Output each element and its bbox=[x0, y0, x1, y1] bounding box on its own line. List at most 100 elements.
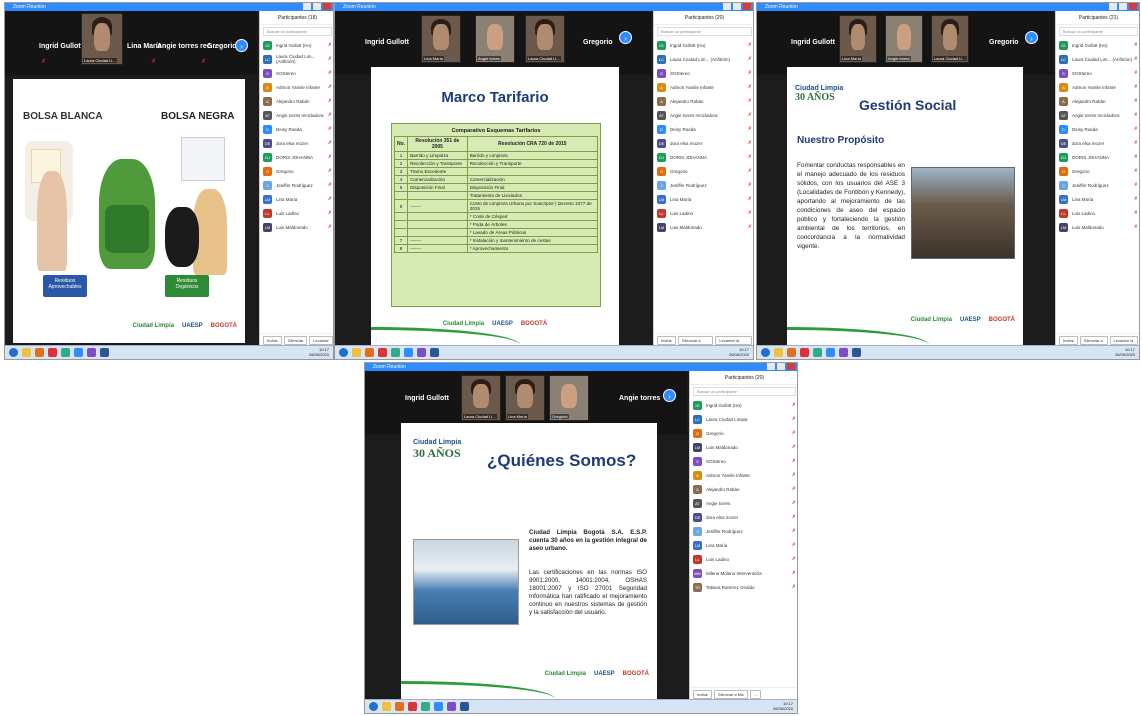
more-button[interactable]: ... bbox=[749, 690, 762, 699]
participant-row[interactable]: LL Luis Ladino ✗ bbox=[260, 206, 333, 220]
participant-row[interactable]: LC Laura Ciudad Lim... (Anfitrión) ✗ bbox=[654, 52, 753, 66]
participant-row[interactable]: LM Lina María ✗ bbox=[1056, 192, 1139, 206]
mute-all-button[interactable]: Silenciar a todos bbox=[1079, 336, 1108, 347]
participant-row[interactable]: LC Laura Ciudad Limpia ✗ bbox=[690, 412, 797, 426]
muted-mic-icon[interactable]: ✗ bbox=[792, 556, 796, 562]
participant-row[interactable]: IG Ingrid Gullott (Ho) ✗ bbox=[690, 398, 797, 412]
mute-all-button[interactable]: Silenciar a todos bbox=[283, 336, 308, 347]
app-icon[interactable] bbox=[87, 348, 96, 357]
muted-mic-icon[interactable]: ✗ bbox=[328, 224, 332, 230]
muted-mic-icon[interactable]: ✗ bbox=[328, 182, 332, 188]
invite-button[interactable]: Invitar bbox=[693, 690, 712, 699]
participant-row[interactable]: A Admon Yamile Infante ✗ bbox=[690, 468, 797, 482]
muted-mic-icon[interactable]: ✗ bbox=[748, 224, 752, 230]
media-icon[interactable] bbox=[35, 348, 44, 357]
participant-row[interactable]: IG Ingrid Gullott (Ho) ✗ bbox=[260, 38, 333, 52]
maximize-button[interactable] bbox=[1119, 3, 1127, 10]
close-button[interactable] bbox=[1129, 3, 1137, 10]
muted-mic-icon[interactable]: ✗ bbox=[792, 430, 796, 436]
muted-mic-icon[interactable]: ✗ bbox=[328, 98, 332, 104]
muted-mic-icon[interactable]: ✗ bbox=[792, 444, 796, 450]
muted-mic-icon[interactable]: ✗ bbox=[792, 402, 796, 408]
muted-mic-icon[interactable]: ✗ bbox=[748, 182, 752, 188]
word-icon[interactable] bbox=[852, 348, 861, 357]
participant-row[interactable]: DJ DORIS JOHANNA ✗ bbox=[260, 150, 333, 164]
video-tile[interactable]: Angie torres bbox=[475, 15, 515, 63]
maximize-button[interactable] bbox=[313, 3, 321, 10]
muted-mic-icon[interactable]: ✗ bbox=[1134, 196, 1138, 202]
next-page-button[interactable]: › bbox=[663, 389, 676, 402]
explorer-icon[interactable] bbox=[22, 348, 31, 357]
participant-row[interactable]: IG Ingrid Gullott (Ho) ✗ bbox=[1056, 38, 1139, 52]
muted-mic-icon[interactable]: ✗ bbox=[1134, 126, 1138, 132]
participant-row[interactable]: G Gregorio ✗ bbox=[1056, 164, 1139, 178]
participant-row[interactable]: G Gregorio ✗ bbox=[690, 426, 797, 440]
word-icon[interactable] bbox=[460, 702, 469, 711]
muted-mic-icon[interactable]: ✗ bbox=[328, 154, 332, 160]
chrome-icon[interactable] bbox=[48, 348, 57, 357]
start-icon[interactable] bbox=[339, 348, 348, 357]
participant-search-input[interactable]: Buscar un participante bbox=[693, 387, 796, 396]
muted-mic-icon[interactable]: ✗ bbox=[1134, 168, 1138, 174]
participant-row[interactable]: S SOStereo ✗ bbox=[260, 66, 333, 80]
participant-row[interactable]: A Admon Yamile Infante ✗ bbox=[654, 80, 753, 94]
muted-mic-icon[interactable]: ✗ bbox=[328, 210, 332, 216]
participant-row[interactable]: LM Lina María ✗ bbox=[260, 192, 333, 206]
muted-mic-icon[interactable]: ✗ bbox=[1134, 84, 1138, 90]
minimize-button[interactable] bbox=[723, 3, 731, 10]
muted-mic-icon[interactable]: ✗ bbox=[1134, 56, 1138, 62]
app-icon[interactable] bbox=[434, 702, 443, 711]
participant-search-input[interactable]: Buscar un participante bbox=[263, 27, 332, 36]
muted-mic-icon[interactable]: ✗ bbox=[792, 514, 796, 520]
muted-mic-icon[interactable]: ✗ bbox=[792, 542, 796, 548]
video-tile[interactable]: Laura Ciudad Li... bbox=[931, 15, 969, 63]
explorer-icon[interactable] bbox=[352, 348, 361, 357]
muted-mic-icon[interactable]: ✗ bbox=[328, 140, 332, 146]
maximize-button[interactable] bbox=[777, 363, 785, 370]
participant-row[interactable]: A Admon Yamile Infante ✗ bbox=[260, 80, 333, 94]
muted-mic-icon[interactable]: ✗ bbox=[1134, 140, 1138, 146]
participant-row[interactable]: TR Tatiana Ramírez Giraldo ✗ bbox=[690, 580, 797, 594]
video-tile[interactable]: Angie torres bbox=[885, 15, 923, 63]
participant-row[interactable]: A Alejandro Rabán ✗ bbox=[1056, 94, 1139, 108]
word-icon[interactable] bbox=[430, 348, 439, 357]
participant-search-input[interactable]: Buscar un participante bbox=[1059, 27, 1138, 36]
participant-row[interactable]: J Jeniffer Rodríguez ✗ bbox=[1056, 178, 1139, 192]
muted-mic-icon[interactable]: ✗ bbox=[748, 112, 752, 118]
word-icon[interactable] bbox=[100, 348, 109, 357]
muted-mic-icon[interactable]: ✗ bbox=[328, 112, 332, 118]
participant-row[interactable]: D Deisy Rueda ✗ bbox=[260, 122, 333, 136]
muted-mic-icon[interactable]: ✗ bbox=[748, 154, 752, 160]
participant-row[interactable]: DJ DORIS JOHANNA ✗ bbox=[654, 150, 753, 164]
participant-row[interactable]: LM Luis Maldonado ✗ bbox=[1056, 220, 1139, 234]
participant-row[interactable]: LM Luis Maldonado ✗ bbox=[690, 440, 797, 454]
explorer-icon[interactable] bbox=[382, 702, 391, 711]
participant-row[interactable]: LL Luis Ladino ✗ bbox=[690, 552, 797, 566]
muted-mic-icon[interactable]: ✗ bbox=[748, 56, 752, 62]
next-page-button[interactable]: › bbox=[1025, 31, 1038, 44]
participant-row[interactable]: DE dora elsa mozer ✗ bbox=[260, 136, 333, 150]
participant-row[interactable]: AT Angie torres ✗ bbox=[690, 496, 797, 510]
muted-mic-icon[interactable]: ✗ bbox=[1134, 112, 1138, 118]
app-icon[interactable] bbox=[404, 348, 413, 357]
app-icon[interactable] bbox=[826, 348, 835, 357]
minimize-button[interactable] bbox=[1109, 3, 1117, 10]
participant-row[interactable]: A Alejandro Rabán ✗ bbox=[260, 94, 333, 108]
muted-mic-icon[interactable]: ✗ bbox=[328, 84, 332, 90]
participant-row[interactable]: IG Ingrid Gullott (Ho) ✗ bbox=[654, 38, 753, 52]
invite-button[interactable]: Invitar bbox=[657, 336, 676, 345]
invite-button[interactable]: Invitar bbox=[263, 336, 282, 345]
maximize-button[interactable] bbox=[733, 3, 741, 10]
participant-row[interactable]: LM Lina María ✗ bbox=[654, 192, 753, 206]
participant-row[interactable]: AT Angie torres recicladora ✗ bbox=[260, 108, 333, 122]
app-icon[interactable] bbox=[447, 702, 456, 711]
muted-mic-icon[interactable]: ✗ bbox=[748, 196, 752, 202]
media-icon[interactable] bbox=[395, 702, 404, 711]
app-icon[interactable] bbox=[421, 702, 430, 711]
participant-row[interactable]: LM Luis Maldonado ✗ bbox=[654, 220, 753, 234]
muted-mic-icon[interactable]: ✗ bbox=[328, 126, 332, 132]
muted-mic-icon[interactable]: ✗ bbox=[792, 528, 796, 534]
participant-row[interactable]: A Admon Yamile Infante ✗ bbox=[1056, 80, 1139, 94]
participant-row[interactable]: DE dora elsa mozer ✗ bbox=[690, 510, 797, 524]
start-icon[interactable] bbox=[761, 348, 770, 357]
